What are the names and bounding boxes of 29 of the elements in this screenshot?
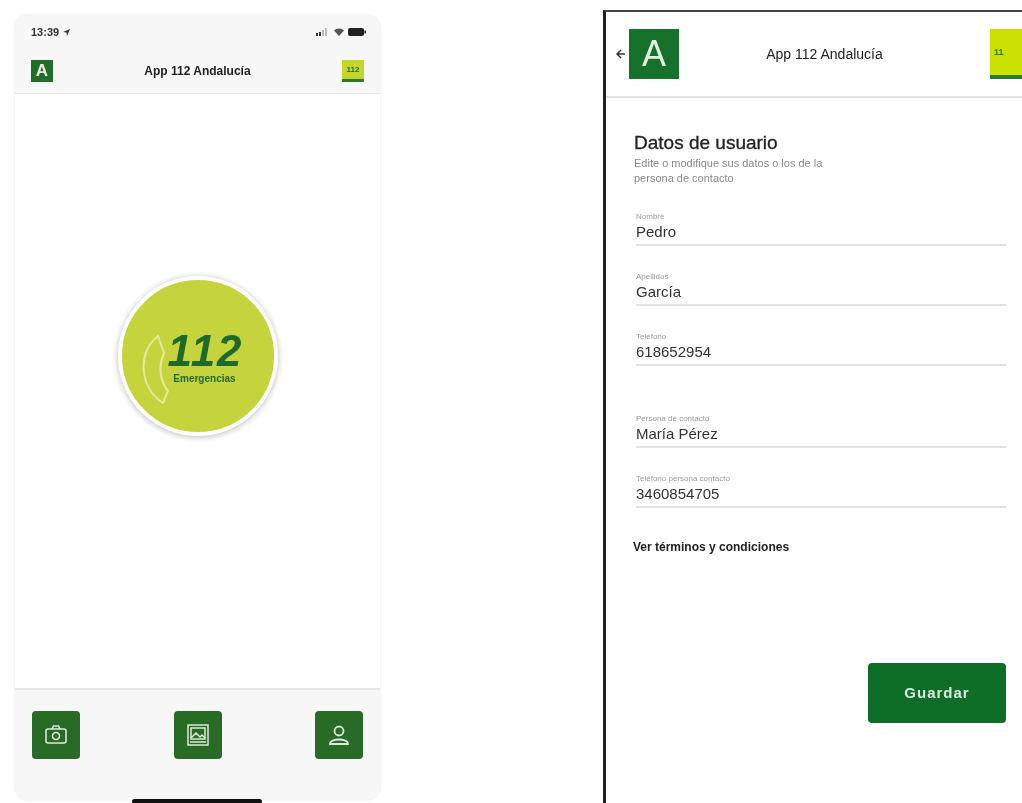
text-field[interactable]: Teléfono 618652954 xyxy=(636,319,1006,366)
section-heading: Datos de usuario xyxy=(634,132,779,154)
text-field[interactable]: Teléfono persona contacto 3460854705 xyxy=(636,461,1006,508)
back-arrow-icon[interactable] xyxy=(616,49,626,59)
signal-icon xyxy=(316,28,330,36)
person-icon xyxy=(327,723,351,747)
text-field[interactable]: Persona de contacto María Pérez xyxy=(636,401,1006,448)
camera-button[interactable] xyxy=(32,711,80,759)
badge-logo: 11 xyxy=(990,29,1022,79)
text-field[interactable]: Nombre Pedro xyxy=(636,199,1006,246)
terms-link[interactable]: Ver términos y condiciones xyxy=(633,539,1006,554)
camera-icon xyxy=(44,724,68,746)
profile-button[interactable] xyxy=(315,711,363,759)
badge-logo: 112 xyxy=(342,60,364,82)
image-icon xyxy=(185,723,210,747)
app-title: App 112 Andalucía xyxy=(143,64,252,78)
gallery-button[interactable] xyxy=(173,711,222,759)
battery-icon xyxy=(348,28,366,36)
section-description: Edite o modifique sus datos o los de la persona de contacto xyxy=(634,156,824,186)
location-arrow-icon xyxy=(63,28,71,36)
emergency-number: 112 xyxy=(167,328,244,373)
emergency-label: Emergencias xyxy=(173,372,236,384)
logo: A xyxy=(629,29,679,79)
wifi-icon xyxy=(334,28,344,36)
logo: A xyxy=(31,60,53,82)
text-field[interactable]: Apellidos García xyxy=(636,259,1006,306)
status-time: 13:39 xyxy=(31,26,60,38)
app-title: App 112 Andalucía xyxy=(765,46,884,62)
save-button[interactable]: Guardar xyxy=(868,662,1006,723)
